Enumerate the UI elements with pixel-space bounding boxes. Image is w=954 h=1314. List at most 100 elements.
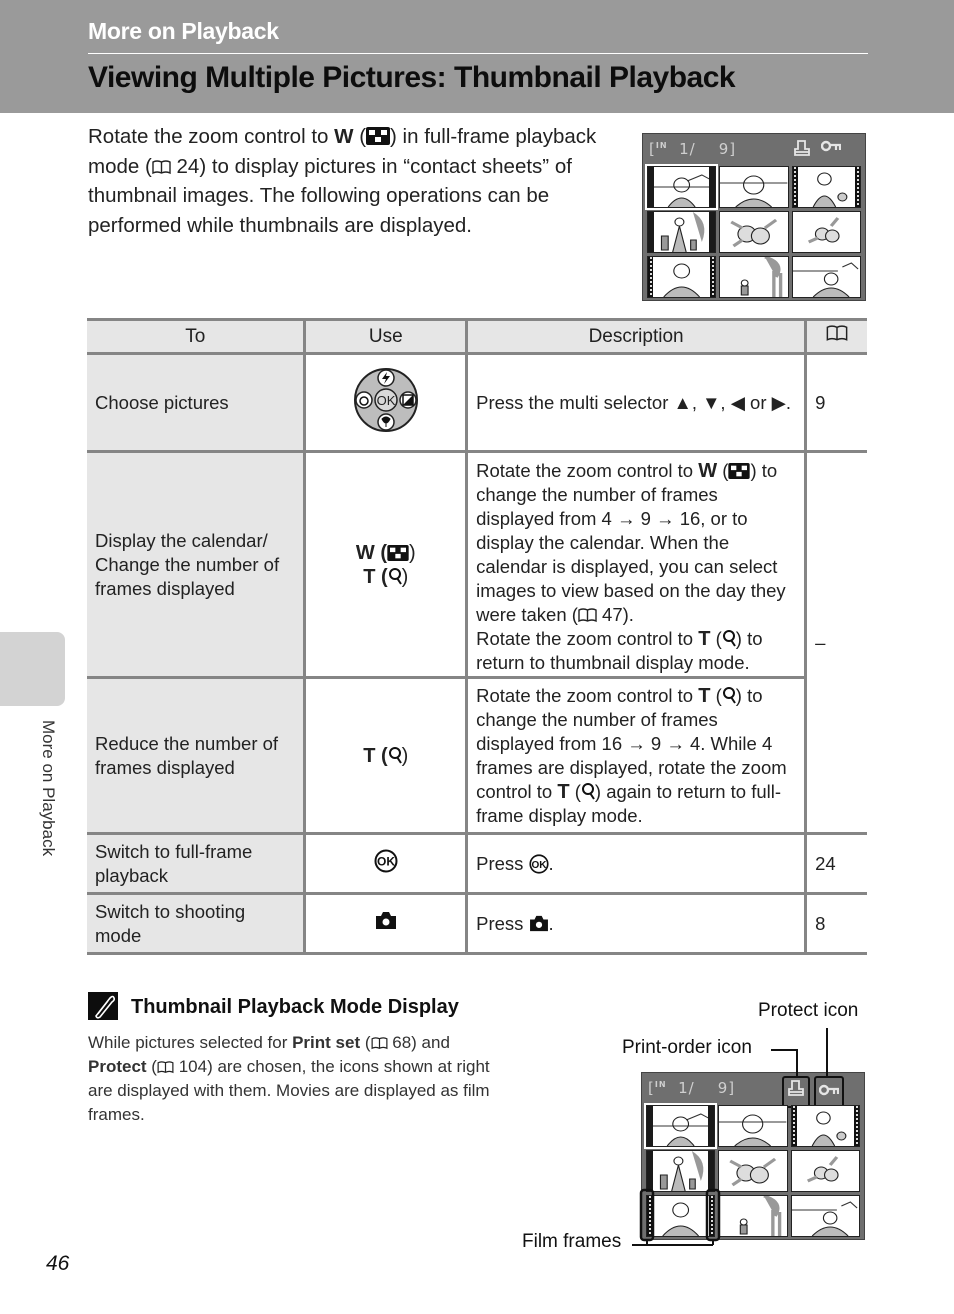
table-row: Display the calendar/ Change the number … bbox=[87, 450, 867, 834]
cell-use: T () bbox=[303, 676, 469, 835]
cell-description: Press . bbox=[465, 892, 808, 955]
cell-use: OK bbox=[303, 352, 469, 453]
cell-to: Reduce the number of frames displayed bbox=[87, 676, 307, 835]
film-frame-right bbox=[854, 1106, 859, 1146]
thumbnail-woman-portrait bbox=[647, 256, 717, 298]
note-title: Thumbnail Playback Mode Display bbox=[131, 996, 459, 1018]
print-order-icon bbox=[788, 1080, 804, 1096]
magnifier-icon bbox=[388, 567, 402, 585]
cell-to: Switch to full-frame playback bbox=[87, 832, 307, 895]
table-row: Reduce the number of frames displayed T … bbox=[87, 676, 867, 835]
letterbox-left bbox=[647, 1106, 653, 1146]
cell-description: Press the multi selector ▲, ▼, ◀ or ▶. bbox=[465, 352, 808, 453]
thumbnail-image bbox=[662, 1202, 700, 1236]
letterbox-right bbox=[708, 1151, 715, 1191]
thumbnail-image bbox=[811, 1111, 847, 1146]
thumbnail-flowers bbox=[719, 211, 789, 253]
cell-description: Rotate the zoom control to T () to chang… bbox=[465, 676, 806, 835]
thumbnail-flowers-small bbox=[791, 211, 861, 253]
magnifier-icon bbox=[388, 746, 402, 764]
thumbnail-woman-child bbox=[791, 166, 861, 208]
book-icon bbox=[152, 159, 171, 174]
thumbnail-woman-closeup bbox=[719, 166, 789, 208]
thumbnail-image bbox=[720, 175, 788, 207]
chapter-tab bbox=[0, 632, 65, 706]
thumbnail-image bbox=[719, 1114, 787, 1146]
cell-to: Choose pictures bbox=[87, 352, 307, 453]
film-frame-left bbox=[648, 257, 653, 297]
ok-button-icon: OK bbox=[528, 853, 549, 874]
thumbnail-grid-icon bbox=[728, 462, 751, 479]
callout-film-frames: Film frames bbox=[522, 1231, 622, 1252]
page-ref: 24 bbox=[176, 154, 200, 178]
letterbox-left bbox=[647, 1151, 653, 1191]
thumbnail-woman-closeup bbox=[718, 1105, 788, 1147]
magnifier-icon bbox=[722, 629, 736, 647]
thumbnail-family-tree bbox=[646, 1150, 716, 1192]
ok-button-icon: OK bbox=[374, 849, 398, 872]
thumbnail-child-tree bbox=[719, 256, 789, 298]
table-row: Switch to full-frame playback OK Press O… bbox=[87, 832, 867, 895]
book-icon bbox=[157, 1061, 174, 1074]
callout-print-order-icon: Print-order icon bbox=[622, 1037, 752, 1058]
table-header-row: To Use Description bbox=[87, 318, 867, 355]
cell-use: OK bbox=[303, 832, 469, 895]
cell-page: 8 bbox=[804, 892, 867, 955]
thumbnail-image bbox=[807, 217, 840, 244]
thumbnail-image bbox=[659, 1151, 704, 1191]
cell-page: – bbox=[804, 450, 867, 834]
print-order-icon bbox=[794, 140, 810, 156]
operations-table: To Use Description Choose pictures OK Pr… bbox=[87, 318, 867, 955]
thumbnail-image bbox=[740, 1196, 782, 1236]
page-number: 46 bbox=[46, 1252, 70, 1275]
thumbnail-image bbox=[792, 262, 859, 297]
thumbnail-image bbox=[648, 174, 716, 207]
header-divider bbox=[88, 53, 868, 54]
tele-label: T ( bbox=[363, 744, 388, 767]
magnifier-icon bbox=[722, 686, 736, 704]
thumbnail-image bbox=[812, 172, 848, 207]
cell-description: Rotate the zoom control to W () to chang… bbox=[465, 450, 808, 679]
camera-icon bbox=[375, 912, 396, 929]
film-frame-right bbox=[709, 1196, 715, 1236]
note-pencil-icon bbox=[88, 992, 118, 1020]
film-frame-left bbox=[647, 1196, 652, 1236]
svg-text:OK: OK bbox=[377, 854, 395, 868]
thumbnail-child-tree bbox=[718, 1195, 788, 1237]
header-to: To bbox=[87, 318, 307, 355]
film-frame-left bbox=[792, 167, 798, 207]
cell-description: Press OK. bbox=[465, 832, 808, 895]
cell-page: 24 bbox=[804, 832, 867, 895]
thumbnail-woman-beach-2 bbox=[790, 1195, 860, 1237]
book-icon bbox=[578, 607, 597, 622]
thumbnail-woman-beach bbox=[643, 1103, 718, 1149]
book-icon bbox=[371, 1037, 387, 1050]
thumbnail-image bbox=[647, 1113, 715, 1146]
cell-use bbox=[303, 892, 469, 955]
svg-text:OK: OK bbox=[531, 859, 547, 870]
header-use: Use bbox=[303, 318, 469, 355]
thumbnail-grid bbox=[643, 1103, 860, 1237]
film-frame-left bbox=[791, 1106, 797, 1146]
lcd-counter: [IN 1/ 9] bbox=[648, 1079, 736, 1097]
cell-use: W () T () bbox=[303, 450, 469, 679]
page-title: Viewing Multiple Pictures: Thumbnail Pla… bbox=[88, 61, 736, 94]
thumbnail-woman-child bbox=[790, 1105, 860, 1147]
magnifier-icon bbox=[581, 782, 595, 800]
thumbnail-image bbox=[741, 257, 783, 297]
cell-to: Switch to shooting mode bbox=[87, 892, 307, 955]
film-frame-right bbox=[710, 257, 716, 297]
section-label: More on Playback bbox=[88, 18, 279, 44]
letterbox-right bbox=[708, 1106, 715, 1146]
wide-label: W bbox=[334, 125, 354, 148]
chapter-tab-label: More on Playback bbox=[39, 720, 58, 857]
film-frame-right bbox=[855, 167, 860, 207]
header-description: Description bbox=[465, 318, 808, 355]
lcd-thumbnail-preview: [IN 1/ 9] bbox=[642, 133, 866, 301]
camera-icon bbox=[529, 915, 548, 931]
thumbnail-flowers bbox=[718, 1150, 788, 1192]
thumbnail-image bbox=[663, 263, 701, 297]
thumbnail-image bbox=[729, 1157, 777, 1187]
letterbox-left bbox=[648, 167, 654, 207]
intro-paragraph: Rotate the zoom control to W () in full-… bbox=[88, 125, 597, 237]
